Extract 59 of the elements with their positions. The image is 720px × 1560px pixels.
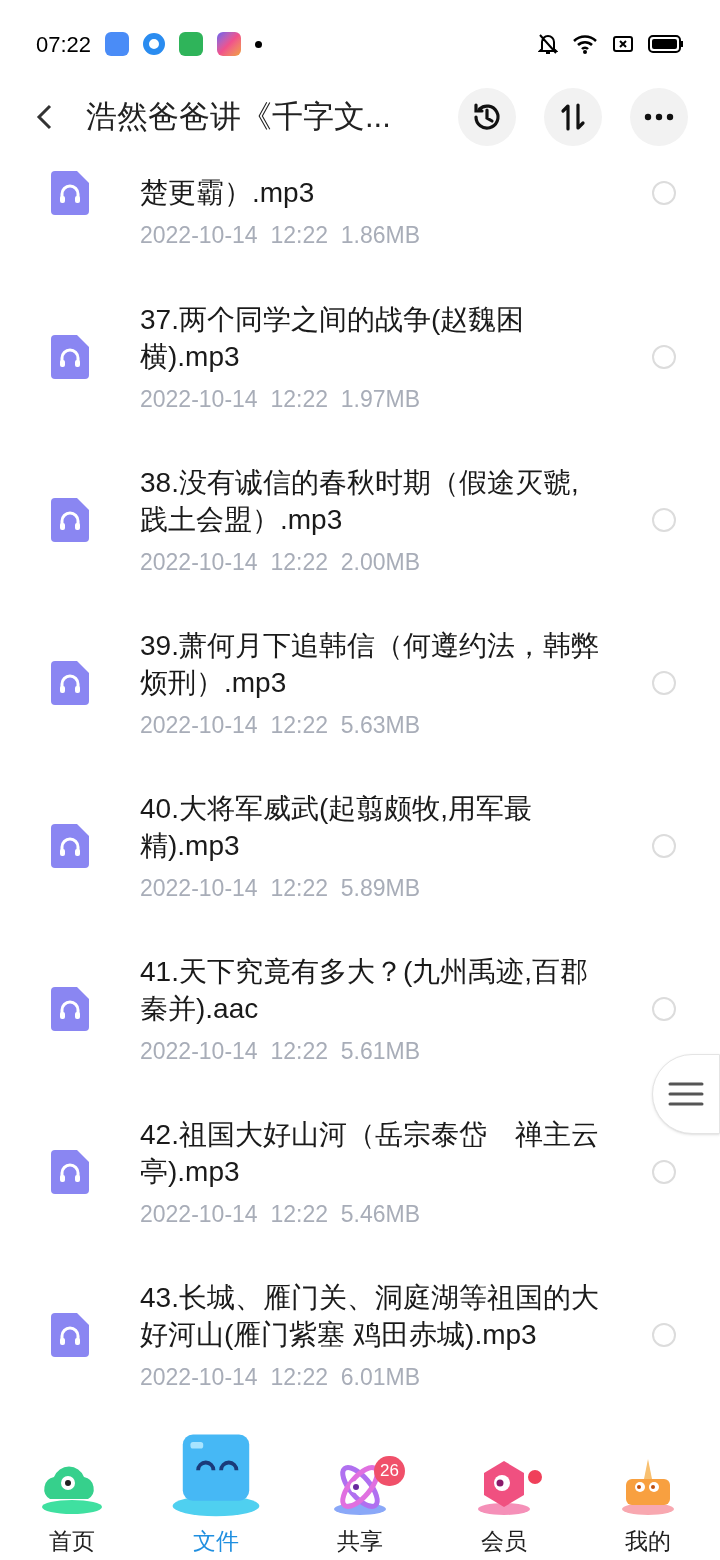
audio-file-icon: [51, 823, 89, 868]
select-radio[interactable]: [652, 996, 676, 1021]
nav-tab[interactable]: 首页: [0, 1420, 144, 1560]
file-meta: 2022-10-14 12:22 5.89MB: [140, 873, 422, 902]
audio-file-icon: [51, 1312, 89, 1357]
back-icon: [34, 103, 54, 131]
menu-icon: [668, 1081, 704, 1107]
file-name: 40.大将军威武(起翦颇牧,用军最精).mp3: [140, 791, 534, 863]
select-radio[interactable]: [652, 181, 676, 205]
file-name: 37.两个同学之间的战争(赵魏困横).mp3: [140, 302, 526, 374]
nav-tab[interactable]: 我的: [576, 1420, 720, 1560]
side-handle[interactable]: [652, 1054, 720, 1134]
audio-file-icon: [51, 171, 89, 215]
select-radio[interactable]: [652, 507, 676, 532]
nav-tab[interactable]: 共享 26: [288, 1420, 432, 1560]
file-name: 42.祖国大好山河（岳宗泰岱 禅主云亭).mp3: [140, 1117, 600, 1189]
file-row[interactable]: 42.祖国大好山河（岳宗泰岱 禅主云亭).mp3 2022-10-14 12:22 5.46MB: [0, 1090, 720, 1253]
file-meta: 2022-10-14 12:22 1.97MB: [140, 384, 422, 413]
more-icon: [644, 113, 674, 121]
audio-file-icon: [51, 497, 89, 542]
file-row[interactable]: 楚更霸）.mp3 2022-10-14 12:22 1.86MB: [0, 147, 720, 275]
file-name: 43.长城、雁门关、洞庭湖等祖国的大好河山(雁门紫塞 鸡田赤城).mp3: [140, 1280, 600, 1352]
bell-muted-icon: [538, 33, 558, 55]
count-badge: 26: [374, 1456, 405, 1486]
file-meta: 2022-10-14 12:22 6.01MB: [140, 1362, 422, 1391]
file-name: 38.没有诚信的春秋时期（假途灭虢,践土会盟）.mp3: [140, 465, 580, 537]
file-name: 39.萧何月下追韩信（何遵约法，韩弊烦刑）.mp3: [140, 628, 600, 700]
audio-file-icon: [51, 334, 89, 379]
audio-file-icon: [51, 660, 89, 705]
file-row[interactable]: 43.长城、雁门关、洞庭湖等祖国的大好河山(雁门紫塞 鸡田赤城).mp3 2022-10-14 12:22 6.01MB: [0, 1253, 720, 1415]
select-radio[interactable]: [652, 1159, 676, 1184]
app-icon: [105, 32, 130, 56]
file-row[interactable]: 40.大将军威武(起翦颇牧,用军最精).mp3 2022-10-14 12:22 5.89MB: [0, 764, 720, 927]
file-meta: 2022-10-14 12:22 5.63MB: [140, 710, 422, 739]
file-meta: 2022-10-14 12:22 2.00MB: [140, 547, 422, 576]
file-meta: 2022-10-14 12:22 5.46MB: [140, 1199, 422, 1228]
wifi-icon: [572, 33, 598, 55]
file-row[interactable]: 38.没有诚信的春秋时期（假途灭虢,践土会盟）.mp3 2022-10-14 12:22 2.00MB: [0, 438, 720, 601]
app-icon: [179, 32, 204, 56]
status-time: 07:22: [36, 30, 92, 59]
audio-file-icon: [51, 986, 89, 1031]
audio-file-icon: [51, 1149, 89, 1194]
file-row[interactable]: 39.萧何月下追韩信（何遵约法，韩弊烦刑）.mp3 2022-10-14 12:22 5.63MB: [0, 601, 720, 764]
app-icon: [217, 32, 242, 56]
sim-card-icon: [612, 34, 634, 54]
nav-tab[interactable]: 会员: [432, 1420, 576, 1560]
folder-title: 浩然爸爸讲《千字文...: [86, 97, 391, 136]
file-row[interactable]: 41.天下究竟有多大？(九州禹迹,百郡秦并).aac 2022-10-14 12:22 5.61MB: [0, 927, 720, 1090]
file-meta: 2022-10-14 12:22 5.61MB: [140, 1036, 422, 1065]
file-row[interactable]: 37.两个同学之间的战争(赵魏困横).mp3 2022-10-14 12:22 1.97MB: [0, 275, 720, 438]
select-radio[interactable]: [652, 344, 676, 369]
app-icon: [143, 33, 166, 55]
select-radio[interactable]: [652, 833, 676, 858]
file-meta: 2022-10-14 12:22 1.86MB: [140, 221, 422, 249]
file-name: 41.天下究竟有多大？(九州禹迹,百郡秦并).aac: [140, 954, 590, 1026]
select-radio[interactable]: [652, 670, 676, 695]
select-radio[interactable]: [652, 1322, 676, 1347]
file-name: 楚更霸）.mp3: [140, 176, 316, 210]
battery-icon: [648, 34, 684, 54]
